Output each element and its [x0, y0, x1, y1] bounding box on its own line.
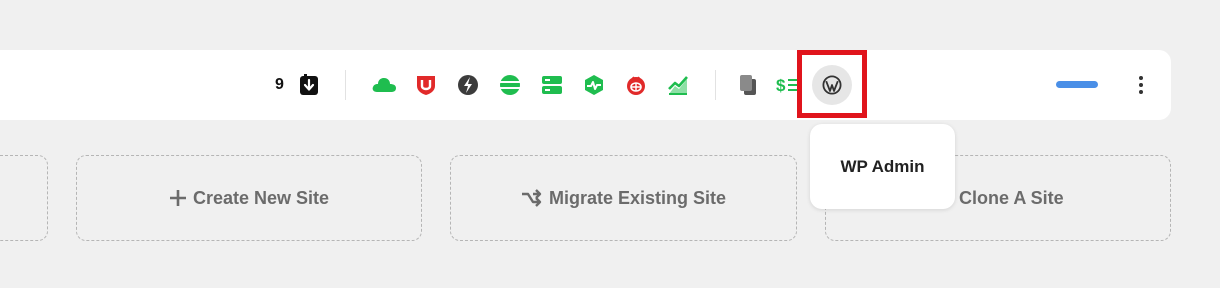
status-indicator	[1056, 81, 1098, 88]
shield-icon[interactable]	[415, 74, 437, 96]
migrate-existing-site-card[interactable]: Migrate Existing Site	[450, 155, 797, 241]
globe-icon[interactable]	[499, 74, 521, 96]
svg-text:$: $	[776, 76, 786, 95]
cloud-icon[interactable]	[371, 75, 397, 95]
create-new-site-card[interactable]: Create New Site	[76, 155, 422, 241]
pulse-icon[interactable]	[583, 74, 605, 96]
bug-icon[interactable]	[625, 74, 647, 96]
tooltip-text: WP Admin	[840, 156, 925, 176]
toolbar-separator	[715, 70, 716, 100]
toolbar-separator	[345, 70, 346, 100]
more-icon[interactable]	[1131, 73, 1151, 97]
plus-icon	[169, 189, 187, 207]
migrate-icon	[521, 189, 543, 207]
clone-a-site-label: Clone A Site	[959, 187, 1064, 208]
create-new-site-label: Create New Site	[192, 187, 330, 208]
bolt-icon[interactable]	[457, 74, 479, 96]
site-card-partial[interactable]	[0, 155, 48, 241]
download-icon[interactable]	[299, 74, 319, 96]
migrate-existing-site-label: Migrate Existing Site	[548, 187, 727, 208]
server-icon[interactable]	[541, 75, 563, 95]
copy-icon[interactable]	[739, 74, 757, 96]
wp-admin-tooltip: WP Admin	[810, 124, 955, 209]
highlight-box	[797, 50, 867, 118]
download-count: 9	[275, 76, 284, 93]
chart-icon[interactable]	[667, 74, 689, 96]
